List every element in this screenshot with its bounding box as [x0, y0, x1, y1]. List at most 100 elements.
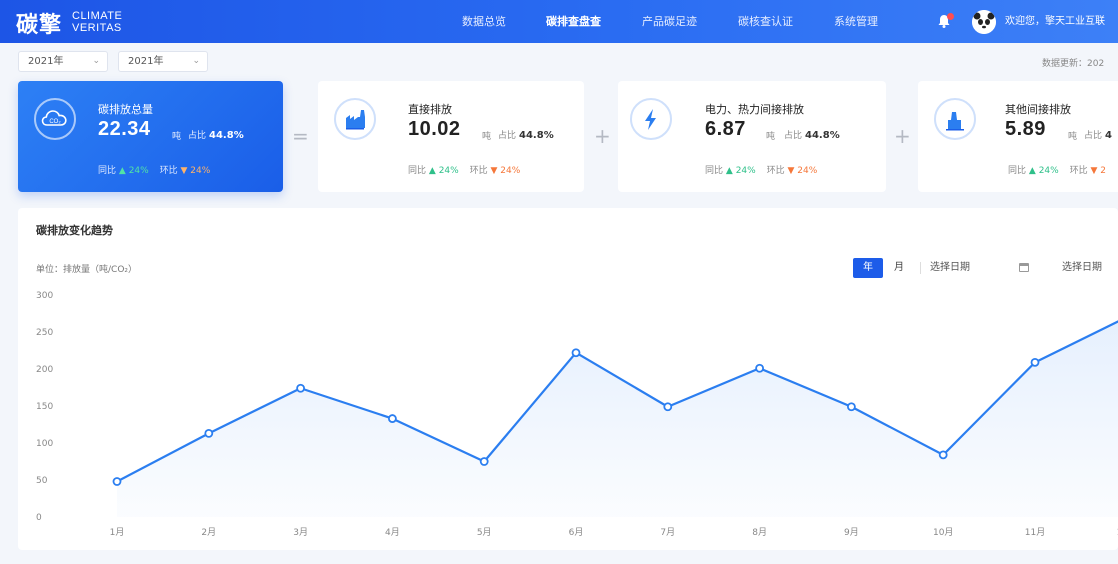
- trend-panel: 碳排放变化趋势 单位：排放量（吨/CO₂） 年 月 选择日期 选择日期 0 50 1…: [18, 208, 1118, 550]
- x-tick-label: 6月: [569, 527, 584, 538]
- x-tick-label: 4月: [385, 527, 400, 538]
- logo-chinese[interactable]: 碳擎: [16, 7, 62, 39]
- plus-operator: +: [894, 124, 911, 148]
- yoy-label: 同比: [98, 166, 117, 176]
- yoy-value: 24%: [128, 166, 149, 176]
- share-value: 44.8%: [519, 130, 554, 141]
- logo-english-line-1: CLIMATE: [72, 10, 123, 22]
- yoy-label: 同比: [408, 166, 427, 176]
- share-label: 占比: [1084, 131, 1103, 141]
- nav-data-overview[interactable]: 数据总览: [462, 0, 506, 43]
- card-other-indirect-emission[interactable]: 其他间接排放 5.89 吨 占比 4 同比 ▲ 24% 环比 ▼ 2: [918, 81, 1118, 192]
- share-value: 44.8%: [805, 130, 840, 141]
- arrow-down-icon: ▼: [1090, 166, 1098, 176]
- share-value: 44.8%: [209, 130, 244, 141]
- year-select-1-value: 2021年: [28, 56, 64, 67]
- card-direct-share: 占比 44.8%: [498, 128, 554, 141]
- nav-verification[interactable]: 碳核查认证: [738, 0, 793, 43]
- notification-dot: [947, 13, 954, 20]
- svg-text:CO₂: CO₂: [49, 119, 61, 125]
- card-total-value: 22.34: [98, 118, 151, 140]
- share-label: 占比: [188, 131, 207, 141]
- series-area: [117, 321, 1118, 517]
- nav-product-footprint[interactable]: 产品碳足迹: [642, 0, 697, 43]
- share-label: 占比: [498, 131, 517, 141]
- card-total-compare: 同比 ▲ 24% 环比 ▼ 24%: [98, 163, 210, 176]
- card-other-title: 其他间接排放: [1005, 103, 1071, 116]
- yoy-label: 同比: [705, 166, 724, 176]
- card-power-heat-emission[interactable]: 电力、热力间接排放 6.87 吨 占比 44.8% 同比 ▲ 24% 环比 ▼ 2…: [618, 81, 886, 192]
- trend-line-chart: 0 50 100 150 200 250 300 1月 2月 3月 4月 5月 6月 7月 8月 9月 10月 1…: [36, 291, 1118, 538]
- data-point: [938, 450, 948, 460]
- arrow-up-icon: ▲: [118, 166, 126, 176]
- card-direct-compare: 同比 ▲ 24% 环比 ▼ 24%: [408, 163, 520, 176]
- x-tick-label: 5月: [477, 527, 492, 538]
- card-other-share: 占比 4: [1084, 128, 1112, 141]
- mom-value: 2: [1100, 166, 1106, 176]
- card-other-value: 5.89: [1005, 118, 1046, 140]
- avatar[interactable]: [972, 10, 996, 34]
- y-tick-label: 150: [36, 402, 53, 412]
- card-direct-title: 直接排放: [408, 103, 452, 116]
- data-update-text: 数据更新：202: [1042, 59, 1105, 69]
- arrow-down-icon: ▼: [787, 166, 795, 176]
- mom-label: 环比: [159, 166, 178, 176]
- co2-cloud-icon: CO₂: [34, 98, 76, 140]
- panda-avatar-icon: [972, 10, 996, 34]
- arrow-up-icon: ▲: [1028, 166, 1036, 176]
- year-select-2[interactable]: 2021年 ⌄: [118, 51, 208, 72]
- mom-value: 24%: [190, 166, 211, 176]
- card-direct-unit: 吨: [482, 132, 492, 142]
- chevron-down-icon: ⌄: [192, 56, 200, 66]
- share-label: 占比: [784, 131, 803, 141]
- data-point: [847, 402, 856, 412]
- x-tick-label: 9月: [844, 527, 859, 538]
- x-tick-label: 2月: [201, 527, 216, 538]
- welcome-text[interactable]: 欢迎您，擎天工业互联: [1005, 0, 1105, 43]
- data-point: [663, 402, 673, 412]
- data-point: [112, 477, 122, 486]
- x-tick-label: 10月: [933, 527, 953, 538]
- x-tick-label: 3月: [293, 527, 308, 538]
- card-power-value: 6.87: [705, 118, 746, 140]
- logo-english-line-2: VERITAS: [72, 22, 122, 34]
- mom-label: 环比: [1069, 166, 1088, 176]
- card-power-compare: 同比 ▲ 24% 环比 ▼ 24%: [705, 163, 817, 176]
- data-point: [571, 348, 581, 358]
- x-tick-label: 11月: [1025, 527, 1045, 538]
- y-tick-label: 250: [36, 328, 53, 338]
- lightning-icon: [630, 98, 672, 140]
- data-point: [755, 363, 764, 373]
- equals-operator: =: [292, 124, 309, 148]
- logo-english: CLIMATE VERITAS: [72, 10, 122, 34]
- card-power-title: 电力、热力间接排放: [705, 103, 804, 116]
- card-power-unit: 吨: [766, 132, 776, 142]
- data-point: [387, 414, 397, 423]
- arrow-down-icon: ▼: [490, 166, 498, 176]
- nav-emission-inventory[interactable]: 碳排查盘查: [546, 0, 601, 43]
- card-total-share: 占比 44.8%: [188, 128, 244, 141]
- card-other-compare: 同比 ▲ 24% 环比 ▼ 2: [1008, 163, 1106, 176]
- card-direct-value: 10.02: [408, 118, 461, 140]
- arrow-up-icon: ▲: [725, 166, 733, 176]
- card-direct-emission[interactable]: 直接排放 10.02 吨 占比 44.8% 同比 ▲ 24% 环比 ▼ 24%: [318, 81, 584, 192]
- y-tick-label: 0: [36, 513, 42, 523]
- card-power-share: 占比 44.8%: [784, 128, 840, 141]
- y-tick-label: 200: [36, 365, 53, 375]
- yoy-value: 24%: [1038, 166, 1059, 176]
- share-value: 4: [1105, 130, 1112, 141]
- chimney-icon: [934, 98, 976, 140]
- year-select-1[interactable]: 2021年 ⌄: [18, 51, 108, 72]
- card-total-unit: 吨: [172, 132, 182, 142]
- year-select-2-value: 2021年: [128, 56, 164, 67]
- mom-label: 环比: [469, 166, 488, 176]
- data-point: [1030, 357, 1040, 367]
- x-tick-label: 8月: [752, 527, 767, 538]
- card-total-emission[interactable]: CO₂ 碳排放总量 22.34 吨 占比 44.8% 同比 ▲ 24% 环比 ▼ …: [18, 81, 283, 192]
- x-tick-label: 1月: [110, 527, 125, 538]
- yoy-value: 24%: [438, 166, 459, 176]
- plus-operator: +: [594, 124, 611, 148]
- y-tick-label: 100: [36, 439, 53, 449]
- nav-system-management[interactable]: 系统管理: [834, 0, 878, 43]
- top-nav-bar: 碳擎 CLIMATE VERITAS 数据总览 碳排查盘查 产品碳足迹 碳核查认…: [0, 0, 1118, 43]
